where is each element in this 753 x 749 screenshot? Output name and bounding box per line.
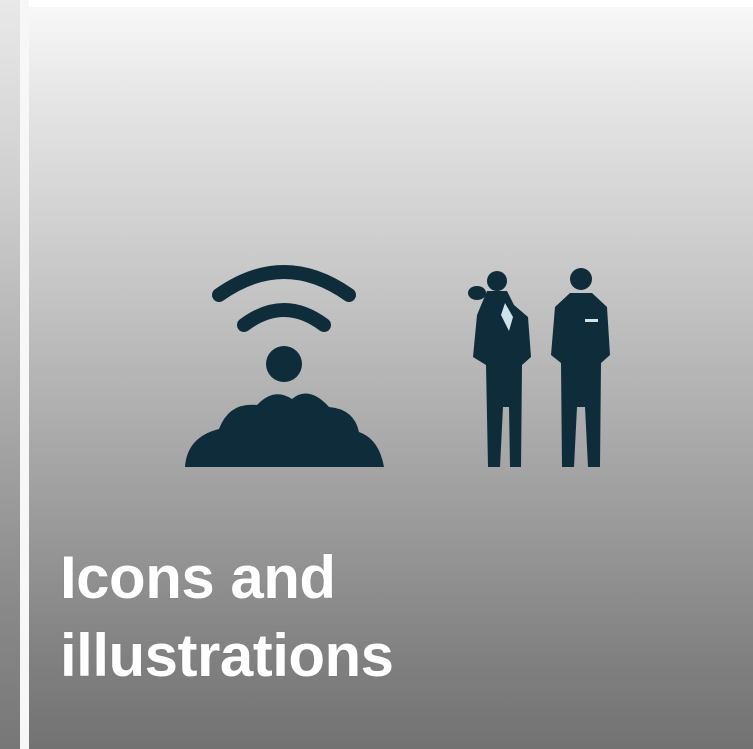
tile-title-line-2: illustrations (60, 622, 394, 689)
screenshot-stage: Icons and illustrations (0, 0, 753, 749)
signal-dot-icon (266, 346, 302, 382)
tile-divider (20, 0, 29, 749)
adjacent-tile-edge (0, 0, 20, 749)
cloud-icon (185, 393, 384, 467)
two-people-icon (468, 268, 610, 467)
tile-caption: Icons and illustrations (60, 539, 700, 695)
tile-illustration (179, 257, 639, 472)
wireless-signal-icon (212, 265, 356, 332)
tile-title-line-1: Icons and (60, 544, 336, 611)
icons-and-illustrations-tile[interactable]: Icons and illustrations (29, 7, 753, 749)
